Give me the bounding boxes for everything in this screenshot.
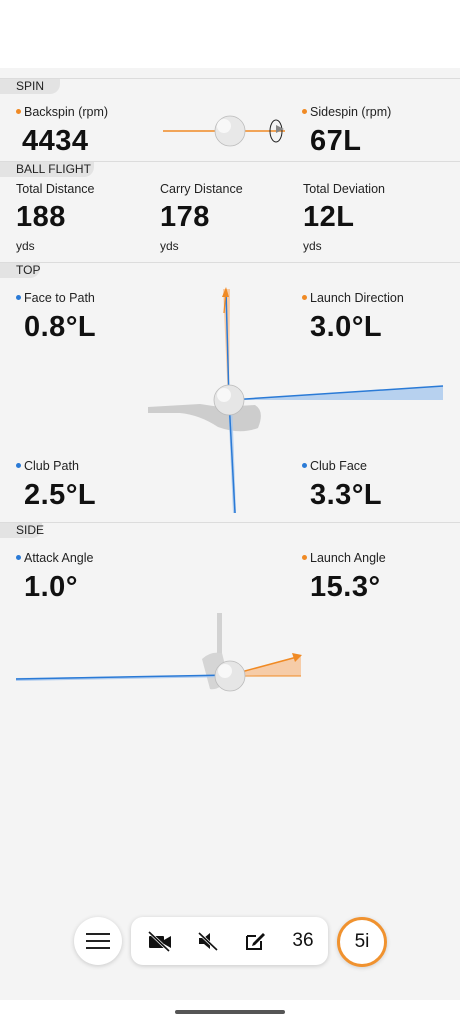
- total-distance-value: 188: [16, 201, 66, 233]
- total-deviation-label: Total Deviation: [303, 182, 385, 196]
- carry-distance-label: Carry Distance: [160, 182, 243, 196]
- menu-button[interactable]: [74, 917, 122, 965]
- spin-graphic: [163, 115, 285, 147]
- sound-toggle-button[interactable]: [187, 917, 229, 965]
- spin-section: SPIN Backspin (rpm) 4434 Sidespin (rpm) …: [0, 78, 460, 162]
- club-path-value: 2.5°L: [24, 479, 97, 511]
- attack-angle-dot-icon: [16, 555, 21, 561]
- side-view-section-tab: SIDE: [0, 523, 44, 538]
- ball-flight-section-tab: BALL FLIGHT: [0, 162, 94, 177]
- face-to-path-dot-icon: [16, 295, 21, 301]
- club-selector-button[interactable]: 5i: [337, 917, 387, 967]
- total-deviation-value: 12L: [303, 201, 355, 233]
- sidespin-value: 67L: [310, 125, 362, 157]
- launch-angle-dot-icon: [302, 555, 307, 561]
- action-toolbar: 36: [131, 917, 328, 965]
- spin-section-tab: SPIN: [0, 79, 60, 94]
- face-to-path-label: Face to Path: [16, 291, 95, 305]
- total-deviation-unit: yds: [303, 239, 322, 253]
- shot-metrics-screen: SPIN Backspin (rpm) 4434 Sidespin (rpm) …: [0, 68, 460, 1000]
- edit-note-icon: [246, 933, 265, 950]
- top-view-section-tab: TOP: [0, 263, 40, 278]
- hamburger-menu-icon: [86, 933, 110, 949]
- launch-angle-label: Launch Angle: [302, 551, 386, 565]
- video-toggle-button[interactable]: [139, 917, 181, 965]
- home-indicator[interactable]: [175, 1010, 285, 1014]
- total-distance-unit: yds: [16, 239, 35, 253]
- club-path-dot-icon: [16, 463, 21, 469]
- total-distance-label: Total Distance: [16, 182, 95, 196]
- launch-angle-value: 15.3°: [310, 571, 381, 603]
- ball-flight-section: BALL FLIGHT Total Distance 188 yds Carry…: [0, 161, 460, 263]
- top-view-section: TOP Face to Path 0.8°L Launch Direction …: [0, 262, 460, 523]
- carry-distance-value: 178: [160, 201, 210, 233]
- backspin-dot-icon: [16, 109, 21, 115]
- club-path-label: Club Path: [16, 459, 79, 473]
- attack-angle-label: Attack Angle: [16, 551, 94, 565]
- shot-count[interactable]: 36: [283, 917, 323, 965]
- backspin-value: 4434: [22, 125, 89, 157]
- video-off-icon: [147, 930, 171, 952]
- edit-note-button[interactable]: [235, 917, 277, 965]
- face-to-path-value: 0.8°L: [24, 311, 97, 343]
- sidespin-label: Sidespin (rpm): [302, 105, 391, 119]
- top-view-diagram: [148, 287, 444, 514]
- attack-angle-value: 1.0°: [24, 571, 78, 603]
- side-view-diagram: [15, 613, 302, 692]
- backspin-label: Backspin (rpm): [16, 105, 108, 119]
- carry-distance-unit: yds: [160, 239, 179, 253]
- sound-off-icon: [197, 931, 219, 952]
